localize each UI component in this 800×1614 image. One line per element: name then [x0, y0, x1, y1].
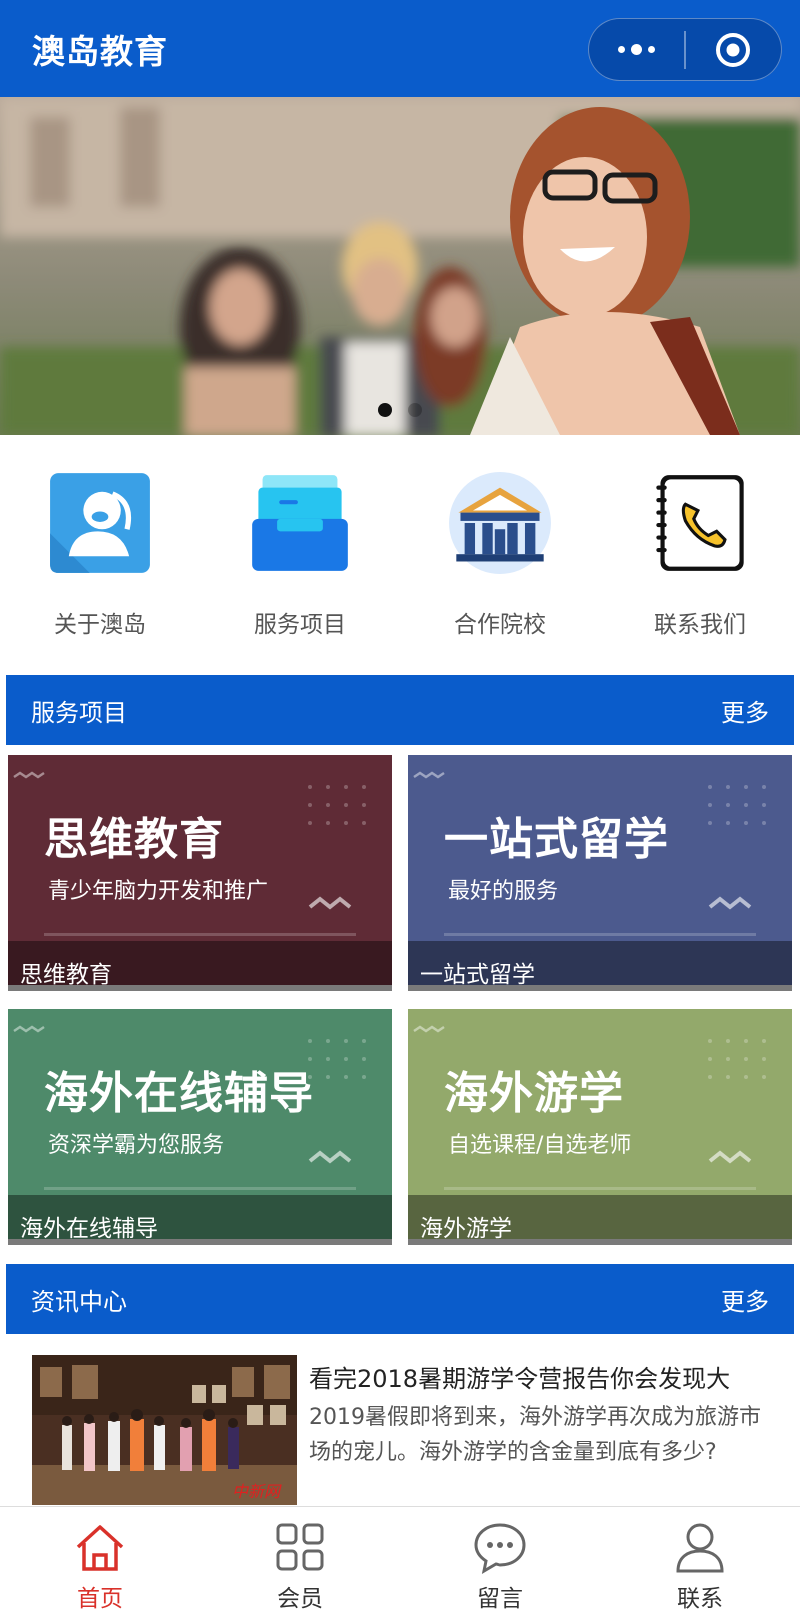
quick-link-label: 合作院校 — [454, 612, 546, 638]
services-more-link[interactable]: 更多 — [721, 693, 769, 728]
service-card-caption: 一站式留学 — [408, 941, 792, 991]
tab-label: 联系 — [677, 1586, 723, 1612]
quick-link-label: 关于澳岛 — [54, 612, 146, 638]
about-icon — [50, 473, 150, 573]
service-card-heading: 思维教育 — [44, 814, 224, 865]
quick-link-about[interactable]: 关于澳岛 — [0, 435, 200, 665]
quick-link-services[interactable]: 服务项目 — [200, 435, 400, 665]
service-card-caption: 海外在线辅导 — [8, 1195, 392, 1245]
section-title: 资讯中心 — [31, 1287, 127, 1316]
app-title: 澳岛教育 — [32, 31, 168, 71]
service-card[interactable]: 海外游学 自选课程/自选老师 海外游学 — [408, 1009, 792, 1245]
service-card-subtitle: 青少年脑力开发和推广 — [48, 879, 269, 904]
card-divider — [44, 933, 356, 936]
news-thumbnail: 中新网 — [32, 1355, 297, 1505]
services-section-header: 服务项目 更多 — [6, 675, 794, 745]
section-title: 服务项目 — [31, 698, 127, 727]
phone-book-icon — [656, 475, 744, 571]
quick-link-schools[interactable]: 合作院校 — [400, 435, 600, 665]
banner-photo — [0, 97, 800, 435]
tab-contact[interactable]: 联系 — [600, 1507, 800, 1614]
service-card-heading: 海外游学 — [444, 1068, 624, 1119]
banner-carousel[interactable] — [0, 97, 800, 435]
card-divider — [44, 1187, 356, 1190]
service-card-heading: 海外在线辅导 — [44, 1068, 314, 1119]
person-icon — [676, 1523, 724, 1573]
news-section-header: 资讯中心 更多 — [6, 1264, 794, 1334]
card-bottom-shadow — [8, 985, 392, 991]
quick-link-contact[interactable]: 联系我们 — [600, 435, 800, 665]
card-bottom-shadow — [408, 985, 792, 991]
top-navigation-bar: 澳岛教育 — [0, 0, 800, 97]
tab-home[interactable]: 首页 — [0, 1507, 200, 1614]
tab-message[interactable]: 留言 — [400, 1507, 600, 1614]
carousel-dot-active — [378, 403, 392, 417]
quick-links: 关于澳岛 服务项目 合作院校 联系我们 — [0, 435, 800, 665]
news-description: 2019暑假即将到来，海外游学再次成为旅游市场的宠儿。海外游学的含金量到底有多少… — [309, 1405, 761, 1465]
grid-icon — [276, 1523, 324, 1571]
news-text: 看完2018暑期游学令营报告你会发现大 2019暑假即将到来，海外游学再次成为旅… — [309, 1355, 764, 1505]
service-card-heading: 一站式留学 — [444, 814, 669, 865]
home-icon — [76, 1525, 124, 1571]
services-icon — [252, 475, 348, 571]
service-card-subtitle: 最好的服务 — [448, 879, 559, 904]
tab-label: 会员 — [277, 1586, 323, 1612]
carousel-indicator — [0, 403, 800, 417]
service-card-caption: 思维教育 — [8, 941, 392, 991]
target-close-icon — [716, 32, 751, 67]
more-dots-icon — [618, 44, 656, 55]
card-divider — [444, 933, 756, 936]
tab-label: 首页 — [77, 1586, 123, 1612]
service-card[interactable]: 海外在线辅导 资深学霸为您服务 海外在线辅导 — [8, 1009, 392, 1245]
school-building-icon — [449, 472, 551, 574]
card-bottom-shadow — [8, 1239, 392, 1245]
quick-link-label: 服务项目 — [254, 612, 346, 638]
news-item[interactable]: 中新网 看完2018暑期游学令营报告你会发现大 2019暑假即将到来，海外游学再… — [32, 1355, 792, 1505]
news-title: 看完2018暑期游学令营报告你会发现大 — [309, 1365, 731, 1393]
card-bottom-shadow — [408, 1239, 792, 1245]
carousel-dot — [408, 403, 422, 417]
service-card-subtitle: 自选课程/自选老师 — [448, 1133, 632, 1158]
service-card[interactable]: 一站式留学 最好的服务 一站式留学 — [408, 755, 792, 991]
bottom-tab-bar: 首页 会员 留言 联系 — [0, 1506, 800, 1614]
more-menu-button[interactable] — [589, 19, 684, 80]
service-card[interactable]: 思维教育 青少年脑力开发和推广 思维教育 — [8, 755, 392, 991]
card-divider — [444, 1187, 756, 1190]
tab-label: 留言 — [477, 1586, 523, 1612]
tab-member[interactable]: 会员 — [200, 1507, 400, 1614]
quick-link-label: 联系我们 — [654, 612, 746, 638]
service-card-subtitle: 资深学霸为您服务 — [48, 1133, 225, 1158]
mini-program-capsule — [588, 18, 782, 81]
service-card-caption: 海外游学 — [408, 1195, 792, 1245]
chat-bubble-icon — [474, 1523, 526, 1574]
thumbnail-watermark: 中新网 — [232, 1482, 282, 1501]
close-button[interactable] — [686, 19, 781, 80]
news-more-link[interactable]: 更多 — [721, 1282, 769, 1317]
